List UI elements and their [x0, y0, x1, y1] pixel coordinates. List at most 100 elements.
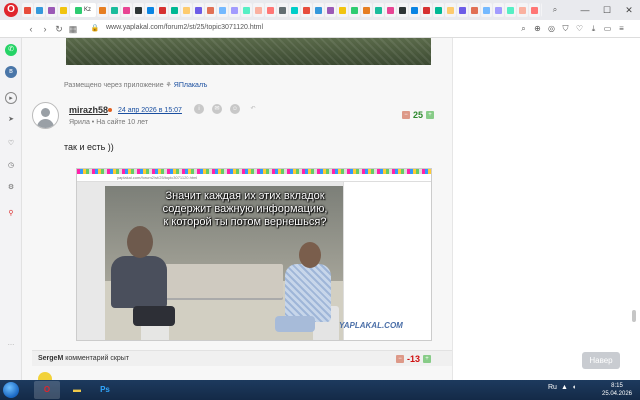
player-icon[interactable]: ▸ — [5, 92, 17, 104]
tab-active[interactable]: Kz — [70, 3, 97, 17]
app-link[interactable]: ЯПлакалъ — [174, 82, 208, 89]
maximize-icon[interactable]: ☐ — [596, 0, 618, 20]
address-bar: ‹ › ↻ ▦ 🔒 www.yaplakal.com/forum2/st/25/… — [0, 20, 640, 38]
browser-tab[interactable] — [337, 3, 349, 17]
vote-up-icon[interactable]: + — [423, 355, 432, 363]
vote-down-icon[interactable]: − — [396, 355, 404, 363]
post-date[interactable]: 24 апр 2026 в 15:07 — [118, 107, 182, 114]
reply-icon[interactable]: ↶ — [248, 104, 258, 114]
forward-icon[interactable]: › — [38, 22, 52, 36]
opera-taskbar-icon[interactable]: O — [34, 381, 60, 399]
browser-tab[interactable] — [253, 3, 265, 17]
browser-tab[interactable] — [109, 3, 121, 17]
minimize-icon[interactable]: — — [574, 0, 596, 20]
post-author[interactable]: mirazh58 — [69, 105, 108, 115]
avatar[interactable] — [38, 372, 52, 380]
browser-tab[interactable] — [229, 3, 241, 17]
browser-tab[interactable] — [34, 3, 45, 17]
browser-tab[interactable] — [385, 3, 397, 17]
back-icon[interactable]: ‹ — [24, 22, 38, 36]
browser-tab[interactable] — [181, 3, 193, 17]
browser-tab[interactable] — [397, 3, 409, 17]
image-address-bar: yaplakal.com/forum2/st/25/topic3071120.h… — [77, 174, 431, 182]
explorer-taskbar-icon[interactable]: ▬ — [64, 381, 90, 399]
browser-tab[interactable] — [133, 3, 145, 17]
start-button[interactable] — [3, 382, 19, 398]
browser-tab[interactable] — [58, 3, 69, 17]
speed-dial-icon[interactable]: ▦ — [66, 22, 80, 36]
easy-setup-icon[interactable]: ≡ — [616, 23, 627, 35]
browser-tab[interactable] — [541, 3, 542, 17]
comment-author[interactable]: SergeM — [38, 355, 63, 362]
tab-favicon-icon — [231, 6, 239, 14]
browser-tab[interactable] — [517, 3, 529, 17]
browser-tab[interactable] — [22, 3, 33, 17]
browser-tab[interactable] — [349, 3, 361, 17]
browser-tab[interactable] — [205, 3, 217, 17]
post-image[interactable]: yaplakal.com/forum2/st/25/topic3071120.h… — [76, 168, 432, 341]
close-icon[interactable]: ✕ — [618, 0, 640, 20]
heart-icon[interactable]: ♡ — [5, 138, 17, 150]
browser-tab[interactable] — [361, 3, 373, 17]
whatsapp-icon[interactable]: ✆ — [5, 44, 17, 56]
browser-tab[interactable] — [301, 3, 313, 17]
browser-tab[interactable] — [373, 3, 385, 17]
adblock-icon[interactable]: ⛉ — [560, 23, 571, 35]
chat-icon[interactable]: ☺ — [230, 104, 240, 114]
browser-tab[interactable] — [409, 3, 421, 17]
vk-icon[interactable]: в — [5, 66, 17, 78]
browser-tab[interactable] — [505, 3, 517, 17]
browser-tab[interactable] — [529, 3, 541, 17]
url-field[interactable]: www.yaplakal.com/forum2/st/25/topic30711… — [106, 24, 263, 31]
photoshop-taskbar-icon[interactable]: Ps — [92, 381, 118, 399]
snapshot-icon[interactable]: ◎ — [546, 23, 557, 35]
wallet-icon[interactable]: ▭ — [602, 23, 613, 35]
browser-tab[interactable] — [313, 3, 325, 17]
scroll-top-button[interactable]: Навер — [582, 352, 620, 369]
vote-down-icon[interactable]: − — [402, 111, 410, 119]
browser-tab[interactable] — [457, 3, 469, 17]
browser-tab[interactable] — [265, 3, 277, 17]
opera-menu-icon[interactable]: O — [4, 3, 18, 17]
hidden-comment[interactable]: SergeM комментарий скрыт − -13 + — [32, 350, 452, 366]
more-icon[interactable]: … — [5, 338, 17, 350]
browser-tab[interactable] — [277, 3, 289, 17]
download-icon[interactable]: ⤓ — [588, 23, 599, 35]
language-indicator[interactable]: Ru — [548, 384, 557, 391]
volume-icon[interactable]: ◖ — [572, 384, 576, 391]
browser-tab[interactable] — [481, 3, 493, 17]
browser-tab[interactable] — [493, 3, 505, 17]
search-icon[interactable]: ⌕ — [518, 23, 529, 35]
history-icon[interactable]: ◷ — [5, 160, 17, 172]
browser-tab[interactable] — [217, 3, 229, 17]
browser-tab[interactable] — [433, 3, 445, 17]
browser-tab[interactable] — [46, 3, 57, 17]
avatar[interactable] — [32, 102, 59, 129]
browser-tab[interactable] — [469, 3, 481, 17]
browser-tab[interactable] — [97, 3, 109, 17]
browser-tab[interactable] — [241, 3, 253, 17]
scrollbar[interactable] — [632, 310, 636, 322]
message-icon[interactable]: ✉ — [212, 104, 222, 114]
browser-tab[interactable] — [145, 3, 157, 17]
zoom-icon[interactable]: ⊕ — [532, 23, 543, 35]
browser-tab[interactable] — [421, 3, 433, 17]
send-icon[interactable]: ➤ — [5, 114, 17, 126]
pinboard-icon[interactable]: ⚲ — [5, 208, 17, 220]
browser-tab[interactable] — [121, 3, 133, 17]
browser-tab[interactable] — [157, 3, 169, 17]
tab-search-icon[interactable]: ⌕ — [548, 3, 562, 17]
browser-tab[interactable] — [289, 3, 301, 17]
settings-icon[interactable]: ⚙ — [5, 182, 17, 194]
network-icon[interactable]: ▲ — [561, 384, 568, 391]
reload-icon[interactable]: ↻ — [52, 22, 66, 36]
vote-up-icon[interactable]: + — [426, 111, 435, 119]
clock[interactable]: 8:15 25.04.2026 — [600, 382, 634, 398]
browser-tab[interactable] — [169, 3, 181, 17]
tab-favicon-icon — [303, 6, 311, 14]
bookmark-icon[interactable]: ♡ — [574, 23, 585, 35]
info-icon[interactable]: i — [194, 104, 204, 114]
browser-tab[interactable] — [445, 3, 457, 17]
browser-tab[interactable] — [193, 3, 205, 17]
browser-tab[interactable] — [325, 3, 337, 17]
